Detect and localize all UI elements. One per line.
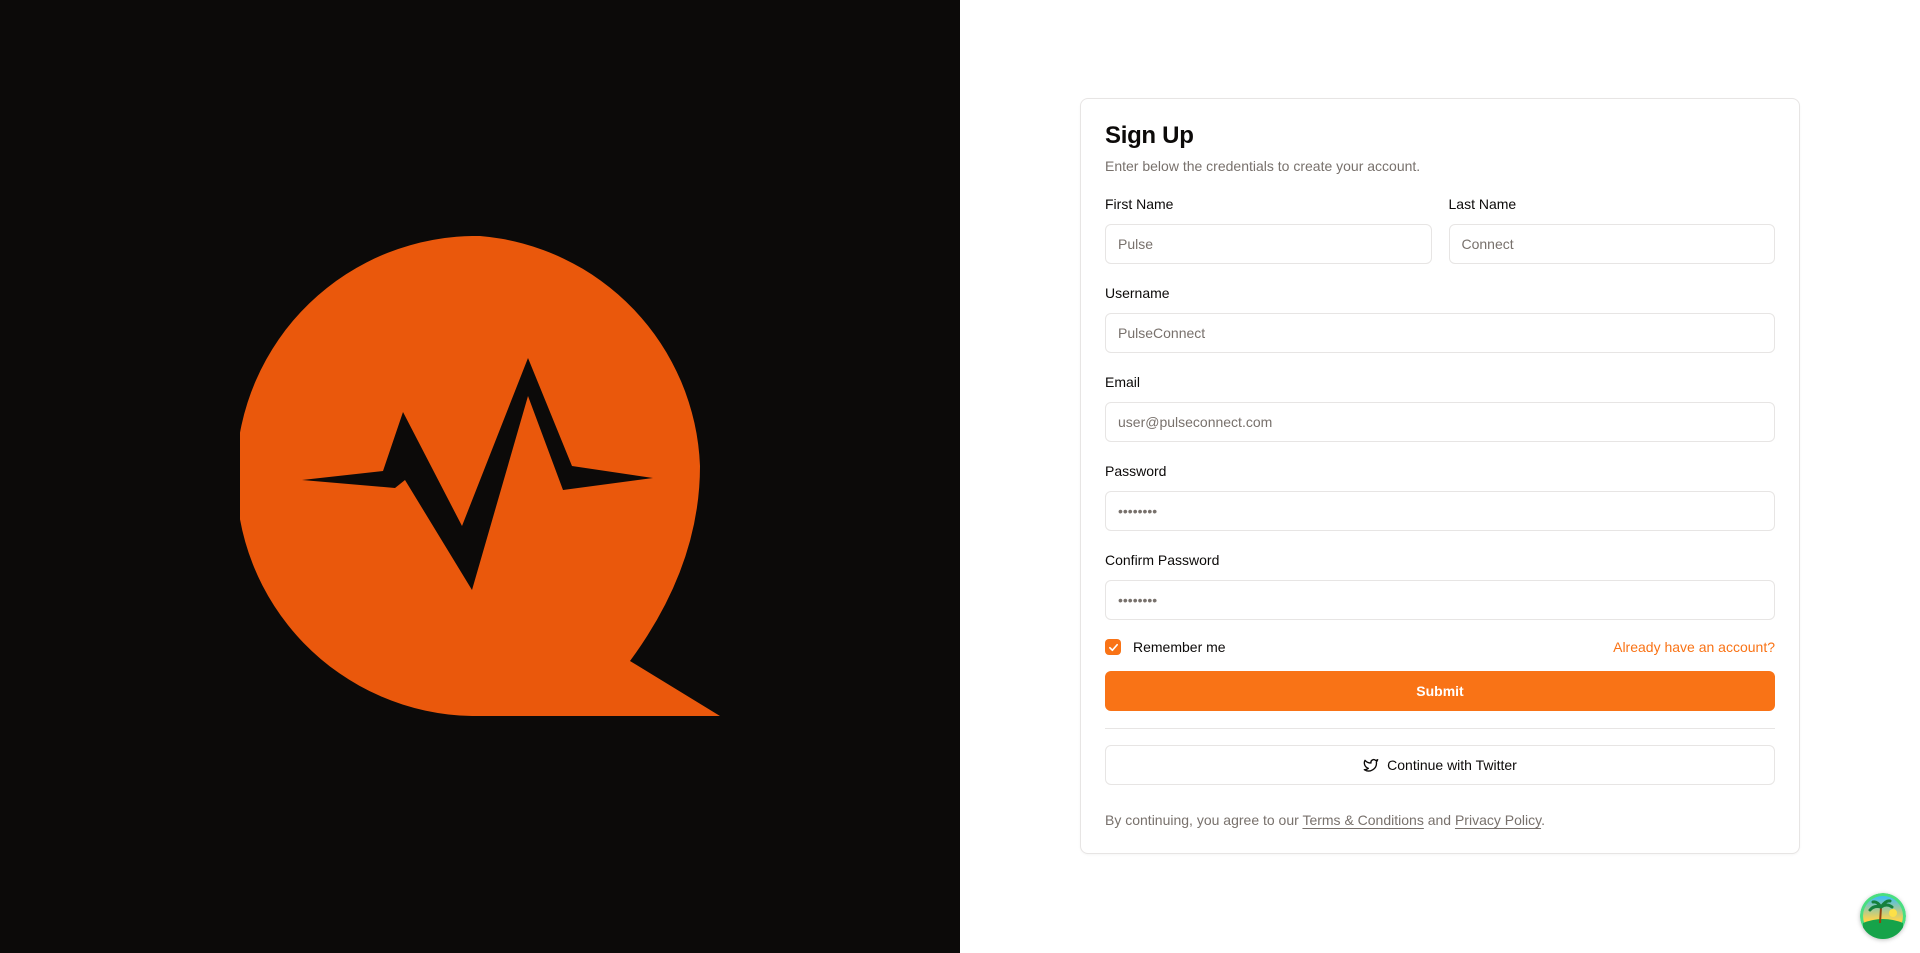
terms-conjunction: and [1423, 812, 1455, 828]
terms-notice: By continuing, you agree to our Terms & … [1105, 811, 1775, 829]
terms-prefix: By continuing, you agree to our [1105, 812, 1303, 828]
confirm-password-group: Confirm Password [1105, 551, 1775, 620]
options-row: Remember me Already have an account? [1105, 637, 1775, 657]
password-group: Password [1105, 462, 1775, 531]
last-name-input[interactable] [1448, 224, 1775, 264]
twitter-button-label: Continue with Twitter [1387, 757, 1517, 773]
signup-page: Sign Up Enter below the credentials to c… [0, 0, 1920, 953]
password-input[interactable] [1105, 491, 1775, 531]
island-avatar-icon[interactable] [1860, 893, 1906, 939]
email-label: Email [1105, 374, 1141, 390]
brand-panel [0, 0, 960, 953]
remember-me: Remember me [1105, 639, 1226, 655]
username-group: Username [1105, 284, 1775, 353]
terms-suffix: . [1541, 812, 1545, 828]
first-name-label: First Name [1105, 196, 1174, 212]
signup-card: Sign Up Enter below the credentials to c… [1080, 98, 1800, 854]
last-name-label: Last Name [1448, 196, 1517, 212]
continue-with-twitter-button[interactable]: Continue with Twitter [1105, 745, 1775, 785]
check-icon [1108, 643, 1118, 651]
email-group: Email [1105, 373, 1775, 442]
confirm-password-input[interactable] [1105, 580, 1775, 620]
remember-me-checkbox[interactable] [1105, 639, 1121, 655]
password-label: Password [1105, 463, 1167, 479]
card-title: Sign Up [1105, 122, 1194, 149]
submit-button[interactable]: Submit [1105, 671, 1775, 711]
privacy-link[interactable]: Privacy Policy [1455, 812, 1541, 828]
divider [1105, 728, 1775, 729]
already-have-account-link[interactable]: Already have an account? [1613, 639, 1775, 655]
email-input[interactable] [1105, 402, 1775, 442]
pulse-chat-bubble-icon [240, 236, 720, 716]
remember-me-label[interactable]: Remember me [1133, 639, 1226, 655]
first-name-input[interactable] [1105, 224, 1432, 264]
confirm-password-label: Confirm Password [1105, 552, 1220, 568]
username-input[interactable] [1105, 313, 1775, 353]
card-description: Enter below the credentials to create yo… [1105, 158, 1421, 174]
name-row: First Name Last Name [1105, 195, 1775, 264]
username-label: Username [1105, 285, 1170, 301]
twitter-icon [1363, 759, 1379, 772]
last-name-group: Last Name [1448, 195, 1775, 264]
first-name-group: First Name [1105, 195, 1432, 264]
form-panel: Sign Up Enter below the credentials to c… [960, 0, 1920, 953]
terms-link[interactable]: Terms & Conditions [1302, 812, 1423, 828]
